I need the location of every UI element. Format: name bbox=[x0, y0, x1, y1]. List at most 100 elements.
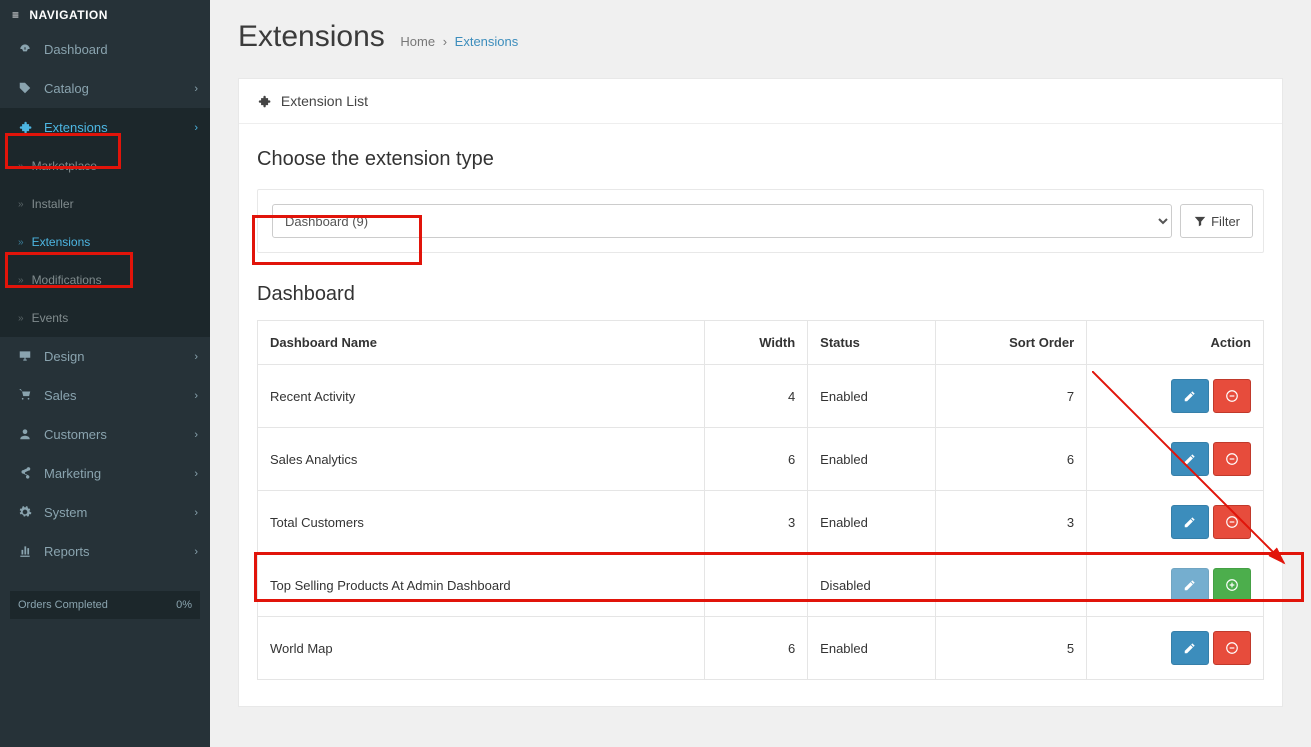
gear-icon bbox=[16, 505, 34, 520]
chevron-right-icon: › bbox=[194, 390, 198, 402]
filter-icon bbox=[1193, 214, 1207, 229]
sidebar-item-extensions[interactable]: Extensions › bbox=[0, 108, 210, 147]
chevron-right-icon: › bbox=[194, 468, 198, 480]
chevron-right-icon: › bbox=[194, 351, 198, 363]
dashboard-table: Dashboard Name Width Status Sort Order A… bbox=[257, 320, 1264, 680]
sidebar-item-customers[interactable]: Customers › bbox=[0, 415, 210, 454]
tag-icon bbox=[16, 81, 34, 96]
cell-name: Recent Activity bbox=[258, 365, 705, 428]
sidebar-item-label: Reports bbox=[44, 544, 90, 559]
orders-completed-label: Orders Completed bbox=[18, 599, 108, 611]
sidebar-item-dashboard[interactable]: Dashboard bbox=[0, 30, 210, 69]
cell-width: 4 bbox=[705, 365, 808, 428]
nav-header-label: NAVIGATION bbox=[29, 8, 108, 22]
double-right-icon: » bbox=[18, 237, 24, 248]
edit-button[interactable] bbox=[1171, 442, 1209, 476]
cell-status: Disabled bbox=[808, 554, 935, 617]
sidebar-sub-label: Extensions bbox=[32, 235, 91, 249]
main: Extensions Home › Extensions Extension L… bbox=[210, 0, 1311, 747]
cell-action bbox=[1087, 554, 1264, 617]
pencil-icon bbox=[1183, 452, 1197, 467]
filter-label: Filter bbox=[1211, 214, 1240, 229]
cell-name: Total Customers bbox=[258, 491, 705, 554]
table-row: Total Customers3Enabled3 bbox=[258, 491, 1264, 554]
cell-width: 6 bbox=[705, 428, 808, 491]
panel-extension-list: Extension List Choose the extension type… bbox=[238, 78, 1283, 707]
cell-status: Enabled bbox=[808, 617, 935, 680]
pencil-icon bbox=[1183, 515, 1197, 530]
cell-action bbox=[1087, 491, 1264, 554]
sidebar-item-marketing[interactable]: Marketing › bbox=[0, 454, 210, 493]
sidebar-item-label: Dashboard bbox=[44, 42, 108, 57]
sidebar-sub-extensions: » Marketplace » Installer » Extensions »… bbox=[0, 147, 210, 337]
minus-icon bbox=[1225, 515, 1239, 530]
sidebar-item-design[interactable]: Design › bbox=[0, 337, 210, 376]
panel-head: Extension List bbox=[239, 79, 1282, 124]
th-name: Dashboard Name bbox=[258, 321, 705, 365]
double-right-icon: » bbox=[18, 161, 24, 172]
sidebar-item-reports[interactable]: Reports › bbox=[0, 532, 210, 571]
cell-sort bbox=[935, 554, 1087, 617]
page-title: Extensions bbox=[238, 20, 385, 54]
cell-width: 6 bbox=[705, 617, 808, 680]
cell-sort: 5 bbox=[935, 617, 1087, 680]
sidebar-sub-events[interactable]: » Events bbox=[0, 299, 210, 337]
filter-row: Dashboard (9) Filter bbox=[257, 189, 1264, 253]
table-row: Top Selling Products At Admin Dashboard D… bbox=[258, 554, 1264, 617]
chevron-right-icon: › bbox=[194, 546, 198, 558]
th-sort: Sort Order bbox=[935, 321, 1087, 365]
chart-icon bbox=[16, 544, 34, 559]
cell-sort: 6 bbox=[935, 428, 1087, 491]
cell-name: World Map bbox=[258, 617, 705, 680]
chevron-right-icon: › bbox=[194, 122, 198, 134]
breadcrumb: Home › Extensions bbox=[400, 34, 518, 49]
sidebar-sub-installer[interactable]: » Installer bbox=[0, 185, 210, 223]
dashboard-icon bbox=[16, 42, 34, 57]
sidebar-item-label: Design bbox=[44, 349, 84, 364]
cell-action bbox=[1087, 428, 1264, 491]
panel-head-label: Extension List bbox=[281, 93, 368, 109]
sidebar-sub-modifications[interactable]: » Modifications bbox=[0, 261, 210, 299]
extension-type-select[interactable]: Dashboard (9) bbox=[272, 204, 1172, 238]
pencil-icon bbox=[1183, 641, 1197, 656]
edit-button[interactable] bbox=[1171, 505, 1209, 539]
table-row: Recent Activity4Enabled7 bbox=[258, 365, 1264, 428]
sidebar-item-sales[interactable]: Sales › bbox=[0, 376, 210, 415]
breadcrumb-home[interactable]: Home bbox=[400, 34, 435, 49]
plus-icon bbox=[1225, 578, 1239, 593]
sidebar-sub-label: Events bbox=[32, 311, 69, 325]
cell-sort: 3 bbox=[935, 491, 1087, 554]
install-button[interactable] bbox=[1213, 568, 1251, 602]
filter-button[interactable]: Filter bbox=[1180, 204, 1253, 238]
pencil-icon bbox=[1183, 578, 1197, 593]
minus-icon bbox=[1225, 641, 1239, 656]
sidebar-item-system[interactable]: System › bbox=[0, 493, 210, 532]
sidebar: ≡ NAVIGATION Dashboard Catalog › Extensi… bbox=[0, 0, 210, 747]
puzzle-icon bbox=[257, 93, 271, 109]
breadcrumb-current[interactable]: Extensions bbox=[455, 34, 519, 49]
minus-icon bbox=[1225, 452, 1239, 467]
minus-icon bbox=[1225, 389, 1239, 404]
edit-button[interactable] bbox=[1171, 379, 1209, 413]
cell-name: Top Selling Products At Admin Dashboard bbox=[258, 554, 705, 617]
chevron-right-icon: › bbox=[194, 83, 198, 95]
sidebar-sub-label: Marketplace bbox=[32, 159, 97, 173]
sidebar-sub-marketplace[interactable]: » Marketplace bbox=[0, 147, 210, 185]
uninstall-button[interactable] bbox=[1213, 505, 1251, 539]
cell-width bbox=[705, 554, 808, 617]
edit-button[interactable] bbox=[1171, 568, 1209, 602]
sub-title: Dashboard bbox=[257, 283, 1264, 306]
sidebar-item-catalog[interactable]: Catalog › bbox=[0, 69, 210, 108]
table-row: World Map6Enabled5 bbox=[258, 617, 1264, 680]
section-title: Choose the extension type bbox=[257, 148, 1264, 171]
panel-body: Choose the extension type Dashboard (9) … bbox=[239, 124, 1282, 706]
sidebar-sub-extensions[interactable]: » Extensions bbox=[0, 223, 210, 261]
cell-status: Enabled bbox=[808, 365, 935, 428]
cell-sort: 7 bbox=[935, 365, 1087, 428]
chevron-right-icon: › bbox=[194, 429, 198, 441]
page-header: Extensions Home › Extensions bbox=[210, 0, 1311, 78]
chevron-right-icon: › bbox=[194, 507, 198, 519]
uninstall-button[interactable] bbox=[1213, 379, 1251, 413]
uninstall-button[interactable] bbox=[1213, 442, 1251, 476]
cell-action bbox=[1087, 365, 1264, 428]
